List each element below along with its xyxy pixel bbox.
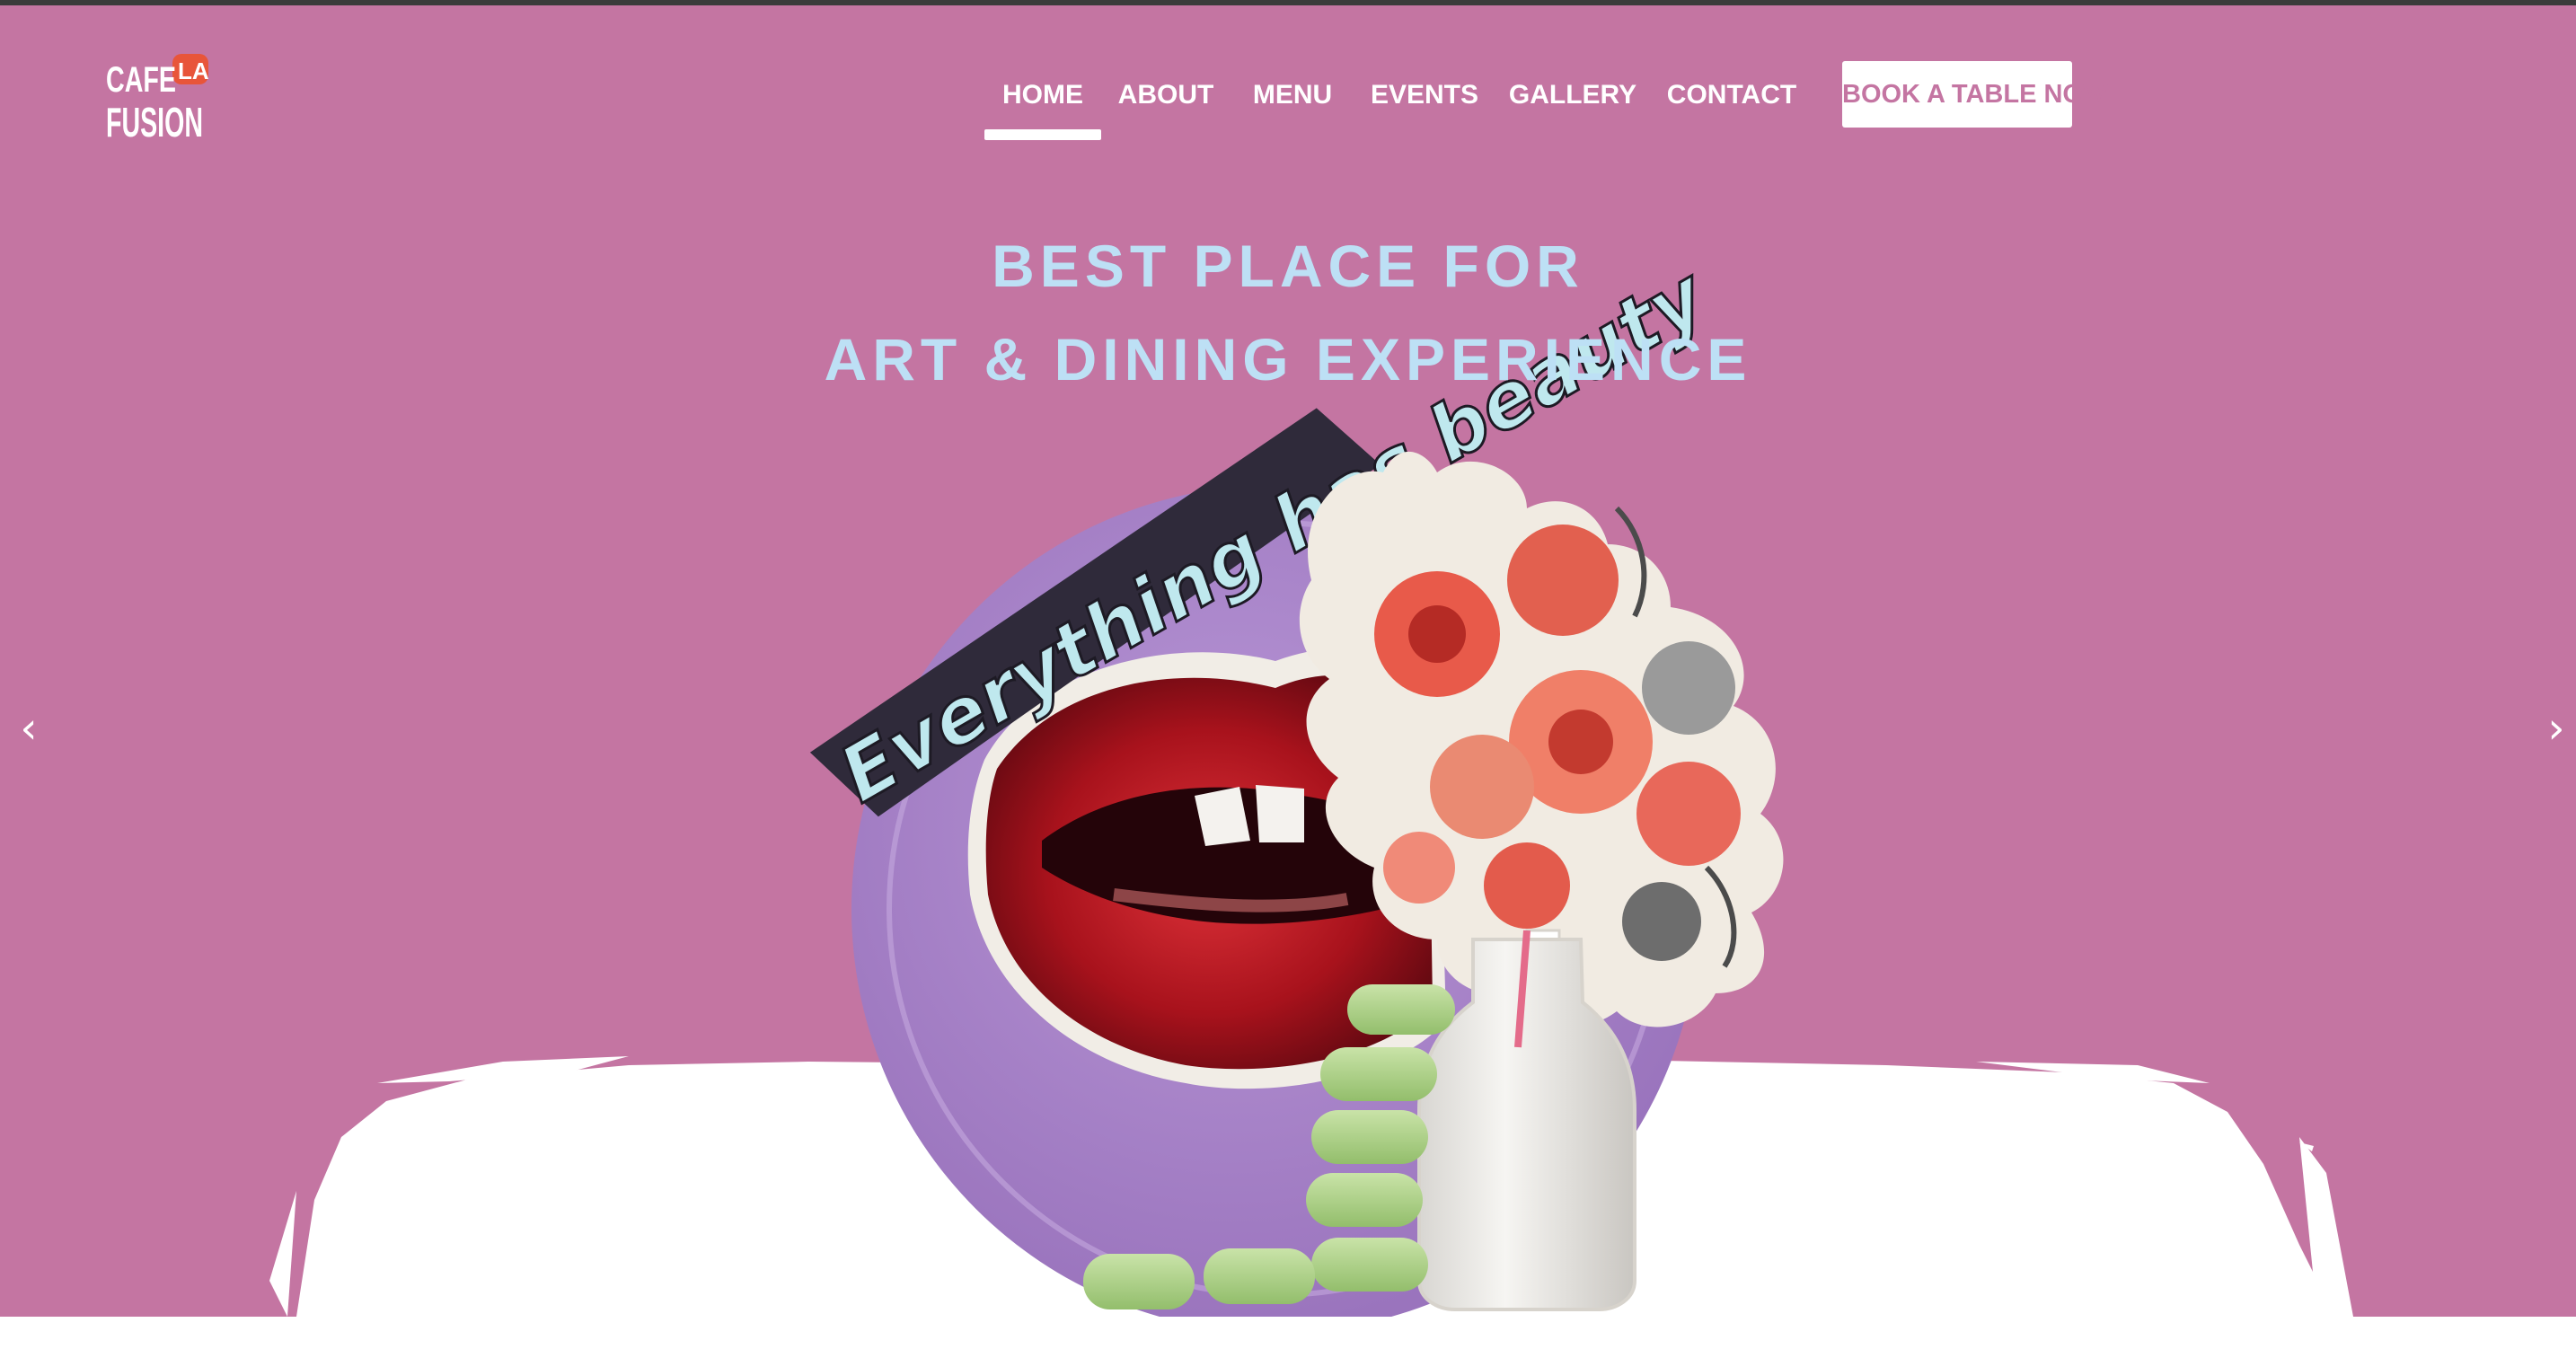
cafe-la-fusion-logo[interactable]: LA CAFE FUSION xyxy=(104,52,210,142)
nav-link-gallery[interactable]: GALLERY xyxy=(1495,56,1651,137)
nav-link-home[interactable]: HOME xyxy=(984,56,1101,140)
nav-item-menu[interactable]: MENU xyxy=(1231,56,1354,137)
hero-artwork: Everything has beauty xyxy=(269,249,2353,1317)
hero-headline: BEST PLACE FOR ART & DINING EXPERIENCE xyxy=(0,219,2576,406)
nav-link-menu[interactable]: MENU xyxy=(1231,56,1354,137)
nav-item-home[interactable]: HOME xyxy=(984,56,1101,140)
nav-item-contact[interactable]: CONTACT xyxy=(1651,56,1813,137)
nav-item-events[interactable]: EVENTS xyxy=(1354,56,1495,137)
nav-link-about[interactable]: ABOUT xyxy=(1101,56,1231,137)
carousel-next-arrow-icon[interactable]: › xyxy=(2538,697,2574,760)
main-nav: HOME ABOUT MENU EVENTS GALLERY CONTACT xyxy=(984,56,1813,140)
carousel-prev-arrow-icon[interactable]: ‹ xyxy=(11,697,47,760)
nav-list: HOME ABOUT MENU EVENTS GALLERY CONTACT xyxy=(984,56,1813,140)
hero-section: Everything has beauty LA CAFE FUSION HOM… xyxy=(0,5,2576,1317)
logo-badge-text: LA xyxy=(178,57,209,84)
nav-link-events[interactable]: EVENTS xyxy=(1354,56,1495,137)
page: Everything has beauty LA CAFE FUSION HOM… xyxy=(0,0,2576,1349)
logo-line1: CAFE xyxy=(106,60,176,100)
nav-item-gallery[interactable]: GALLERY xyxy=(1495,56,1651,137)
nav-link-contact[interactable]: CONTACT xyxy=(1651,56,1813,137)
logo-line2: FUSION xyxy=(106,99,203,142)
headline-line1: BEST PLACE FOR xyxy=(992,233,1584,299)
nav-item-about[interactable]: ABOUT xyxy=(1101,56,1231,137)
headline-line2: ART & DINING EXPERIENCE xyxy=(824,326,1752,392)
book-table-button[interactable]: BOOK A TABLE NOW xyxy=(1842,61,2107,128)
